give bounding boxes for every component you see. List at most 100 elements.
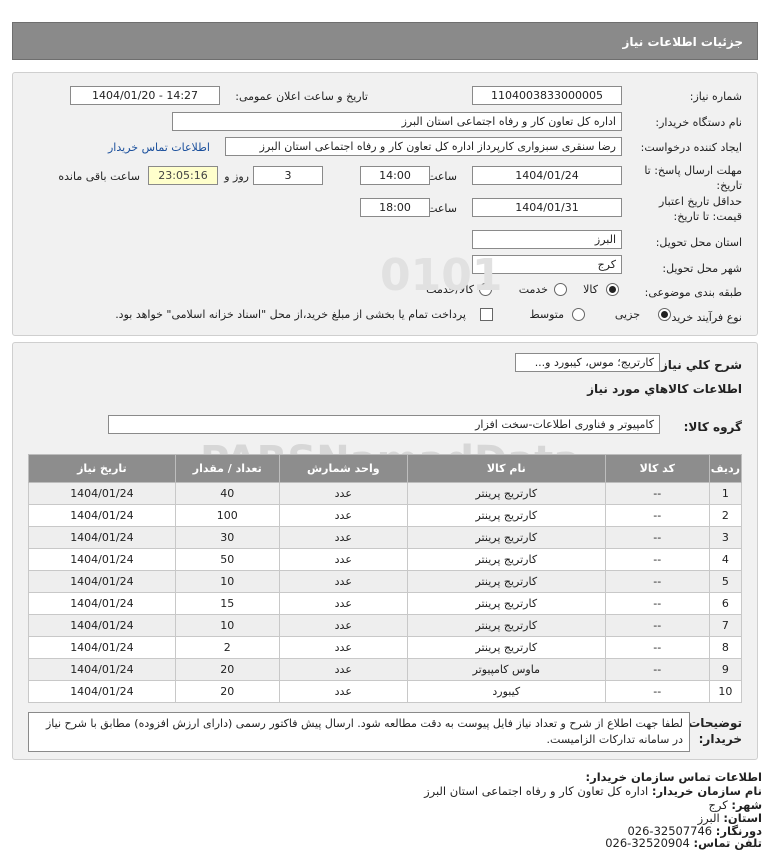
contact-org: نام سازمان خریدار: اداره کل تعاون کار و … [424,784,762,798]
goods-info-title: اطلاعات کالاهاي مورد نياز [587,382,742,396]
cell-name: ماوس کامپیوتر [406,658,606,681]
validity-time-label: ساعت [427,202,457,215]
cell-index: 5 [708,570,743,593]
contact-org-value: اداره کل تعاون کار و رفاه اجتماعی استان … [424,784,649,798]
deadline-label: مهلت ارسال پاسخ: تا [644,164,742,177]
table-row[interactable]: 3 -- کارتریج پرینتر عدد 30 1404/01/24 [28,526,743,549]
cell-unit: عدد [278,658,408,681]
deadline-date-field[interactable]: 1404/01/24 [472,166,622,185]
cell-index: 8 [708,636,743,659]
cell-name: کارتریج پرینتر [406,482,606,505]
table-row[interactable]: 6 -- کارتریج پرینتر عدد 15 1404/01/24 [28,592,743,615]
city-label: شهر محل تحویل: [662,262,742,275]
cell-date: 1404/01/24 [28,570,176,593]
contact-org-label: نام سازمان خریدار: [651,784,762,798]
contact-province-value: البرز [697,811,720,825]
table-row[interactable]: 4 -- کارتریج پرینتر عدد 50 1404/01/24 [28,548,743,571]
category-service-radio[interactable] [554,283,567,296]
remaining-time-field: 23:05:16 [148,166,218,185]
contact-city-value: کرج [708,798,728,812]
cell-date: 1404/01/24 [28,526,176,549]
city-field[interactable]: کرج [472,255,622,274]
cell-index: 10 [708,680,743,703]
table-row[interactable]: 1 -- کارتریج پرینتر عدد 40 1404/01/24 [28,482,743,505]
table-row[interactable]: 10 -- کیبورد عدد 20 1404/01/24 [28,680,743,703]
contact-title: اطلاعات تماس سازمان خریدار: [585,770,762,784]
announce-datetime-field[interactable]: 1404/01/20 - 14:27 [70,86,220,105]
province-field[interactable]: البرز [472,230,622,249]
cell-qty: 20 [174,680,280,703]
purchase-medium-radio[interactable] [572,308,585,321]
contact-fax-label: تلفن تماس: [693,836,762,850]
cell-qty: 20 [174,658,280,681]
category-both-radio[interactable] [479,283,492,296]
goods-table-header: ردیف کد کالا نام کالا واحد شمارش تعداد /… [28,454,743,483]
cell-qty: 40 [174,482,280,505]
treasury-payment-checkbox[interactable] [480,308,493,321]
table-row[interactable]: 2 -- کارتریج پرینتر عدد 100 1404/01/24 [28,504,743,527]
col-header-name: نام کالا [406,454,606,483]
goods-table: ردیف کد کالا نام کالا واحد شمارش تعداد /… [28,454,743,703]
cell-code: -- [604,526,710,549]
remaining-label: ساعت باقی مانده [58,170,140,183]
cell-date: 1404/01/24 [28,614,176,637]
buyer-org-label: نام دستگاه خریدار: [655,116,742,129]
deadline-label-2: تاریخ: [716,179,742,192]
cell-qty: 2 [174,636,280,659]
creator-label: ایجاد کننده درخواست: [640,141,742,154]
cell-code: -- [604,680,710,703]
cell-date: 1404/01/24 [28,504,176,527]
province-label: استان محل تحویل: [655,236,742,249]
contact-fax-value: 32520904-026 [605,836,690,850]
page-title: جزئیات اطلاعات نیاز [622,35,743,49]
cell-qty: 10 [174,614,280,637]
cell-code: -- [604,658,710,681]
cell-name: کارتریج پرینتر [406,592,606,615]
cell-date: 1404/01/24 [28,680,176,703]
days-field[interactable]: 3 [253,166,323,185]
cell-name: کارتریج پرینتر [406,570,606,593]
category-goods-radio[interactable] [606,283,619,296]
need-number-field[interactable]: 1104003833000005 [472,86,622,105]
contact-province: استان: البرز [698,811,762,825]
purchase-minor-radio[interactable] [658,308,671,321]
cell-code: -- [604,592,710,615]
cell-unit: عدد [278,592,408,615]
category-both-label: کالا/خدمت [426,283,474,296]
buyer-contact-link[interactable]: اطلاعات تماس خریدار [108,141,210,154]
table-row[interactable]: 8 -- کارتریج پرینتر عدد 2 1404/01/24 [28,636,743,659]
need-number-label: شماره نیاز: [689,90,742,103]
contact-city: شهر: کرج [708,798,762,812]
general-desc-field[interactable]: کارتریج؛ موس، کیبورد و... [515,353,660,372]
cell-code: -- [604,570,710,593]
validity-time-field[interactable]: 18:00 [360,198,430,217]
validity-date-field[interactable]: 1404/01/31 [472,198,622,217]
cell-index: 4 [708,548,743,571]
buyer-notes-label-2: خریدار: [698,732,742,746]
creator-field[interactable]: رضا سنقری سبزواری کارپرداز اداره کل تعاو… [225,137,622,156]
cell-unit: عدد [278,482,408,505]
cell-name: کارتریج پرینتر [406,526,606,549]
buyer-notes-text: لطفا جهت اطلاع از شرح و تعداد نیاز فایل … [28,712,690,752]
treasury-payment-label: پرداخت تمام یا بخشی از مبلغ خرید،از محل … [115,308,466,321]
category-label: طبقه بندی موضوعی: [644,286,742,299]
deadline-time-field[interactable]: 14:00 [360,166,430,185]
validity-label-2: قیمت: تا تاریخ: [673,210,742,223]
goods-group-field[interactable]: کامپیوتر و فناوری اطلاعات-سخت افزار [108,415,660,434]
table-row[interactable]: 5 -- کارتریج پرینتر عدد 10 1404/01/24 [28,570,743,593]
cell-name: کیبورد [406,680,606,703]
cell-date: 1404/01/24 [28,482,176,505]
col-header-qty: تعداد / مقدار [174,454,280,483]
col-header-unit: واحد شمارش [278,454,408,483]
table-row[interactable]: 7 -- کارتریج پرینتر عدد 10 1404/01/24 [28,614,743,637]
col-header-index: ردیف [708,454,743,483]
cell-date: 1404/01/24 [28,658,176,681]
general-desc-label: شرح کلي نياز: [656,358,742,372]
buyer-org-field[interactable]: اداره کل تعاون کار و رفاه اجتماعی استان … [172,112,622,131]
table-row[interactable]: 9 -- ماوس کامپیوتر عدد 20 1404/01/24 [28,658,743,681]
cell-index: 9 [708,658,743,681]
announce-label: تاریخ و ساعت اعلان عمومی: [235,90,368,103]
cell-date: 1404/01/24 [28,592,176,615]
cell-index: 1 [708,482,743,505]
cell-qty: 15 [174,592,280,615]
